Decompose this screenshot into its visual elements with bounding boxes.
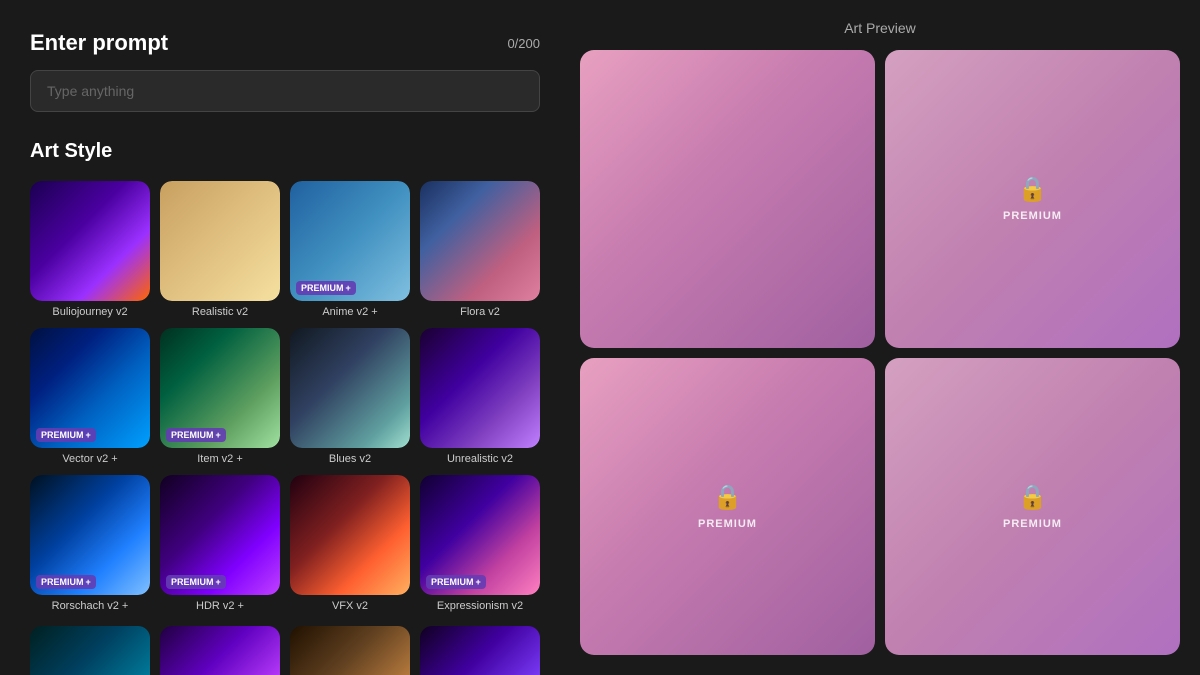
preview-card-3[interactable]: 🔒 PREMIUM (580, 358, 875, 656)
premium-overlay-3: 🔒 PREMIUM (580, 358, 875, 656)
premium-badge-vector: PREMIUM (36, 428, 96, 442)
preview-grid: 🔒 PREMIUM 🔒 PREMIUM 🔒 PREMIUM (580, 50, 1180, 655)
style-label-vector: Vector v2 + (62, 453, 117, 465)
prompt-header: Enter prompt 0/200 (30, 30, 540, 56)
style-extra3[interactable] (290, 626, 410, 675)
style-unrealistic[interactable]: Unrealistic v2 (420, 328, 540, 465)
style-blues[interactable]: Blues v2 (290, 328, 410, 465)
style-label-realistic: Realistic v2 (192, 306, 248, 318)
style-label-vfx: VFX v2 (332, 600, 368, 612)
style-item[interactable]: PREMIUM Item v2 + (160, 328, 280, 465)
preview-card-1[interactable] (580, 50, 875, 348)
prompt-title: Enter prompt (30, 30, 168, 56)
premium-badge-expressionism: PREMIUM (426, 575, 486, 589)
premium-badge-anime: PREMIUM (296, 281, 356, 295)
style-rorschach[interactable]: PREMIUM Rorschach v2 + (30, 475, 150, 612)
premium-badge-rorschach: PREMIUM (36, 575, 96, 589)
style-flora[interactable]: Flora v2 (420, 181, 540, 318)
premium-overlay-2: 🔒 PREMIUM (885, 50, 1180, 348)
styles-grid: Buliojourney v2 Realistic v2 PREMIUM Ani… (30, 181, 540, 612)
style-label-unrealistic: Unrealistic v2 (447, 453, 513, 465)
lock-icon-3: 🔒 (713, 483, 743, 512)
premium-text-2: PREMIUM (1003, 210, 1062, 222)
style-label-expressionism: Expressionism v2 (437, 600, 523, 612)
style-extra4[interactable] (420, 626, 540, 675)
preview-card-4[interactable]: 🔒 PREMIUM (885, 358, 1180, 656)
prompt-input[interactable] (30, 70, 540, 112)
style-label-buliojourney: Buliojourney v2 (52, 306, 127, 318)
premium-badge-item: PREMIUM (166, 428, 226, 442)
right-panel: Art Preview 🔒 PREMIUM 🔒 PREMIUM 🔒 PREMIU… (570, 0, 1200, 675)
art-preview-title: Art Preview (580, 20, 1180, 36)
style-buliojourney[interactable]: Buliojourney v2 (30, 181, 150, 318)
left-panel: Enter prompt 0/200 Prompt History Sunset… (0, 0, 570, 675)
style-hdr[interactable]: PREMIUM HDR v2 + (160, 475, 280, 612)
premium-badge-hdr: PREMIUM (166, 575, 226, 589)
art-style-title: Art Style (30, 140, 540, 163)
premium-overlay-4: 🔒 PREMIUM (885, 358, 1180, 656)
style-vfx[interactable]: VFX v2 (290, 475, 410, 612)
preview-card-2[interactable]: 🔒 PREMIUM (885, 50, 1180, 348)
char-count: 0/200 (507, 36, 540, 51)
style-anime[interactable]: PREMIUM Anime v2 + (290, 181, 410, 318)
style-label-rorschach: Rorschach v2 + (52, 600, 129, 612)
style-label-flora: Flora v2 (460, 306, 500, 318)
style-extra1[interactable] (30, 626, 150, 675)
style-realistic[interactable]: Realistic v2 (160, 181, 280, 318)
premium-text-4: PREMIUM (1003, 518, 1062, 530)
lock-icon-4: 🔒 (1018, 483, 1048, 512)
style-label-hdr: HDR v2 + (196, 600, 244, 612)
style-label-item: Item v2 + (197, 453, 243, 465)
lock-icon-2: 🔒 (1018, 175, 1048, 204)
partial-styles-row (30, 626, 540, 675)
style-vector[interactable]: PREMIUM Vector v2 + (30, 328, 150, 465)
style-label-blues: Blues v2 (329, 453, 371, 465)
style-expressionism[interactable]: PREMIUM Expressionism v2 (420, 475, 540, 612)
style-extra2[interactable] (160, 626, 280, 675)
style-label-anime: Anime v2 + (322, 306, 377, 318)
premium-text-3: PREMIUM (698, 518, 757, 530)
